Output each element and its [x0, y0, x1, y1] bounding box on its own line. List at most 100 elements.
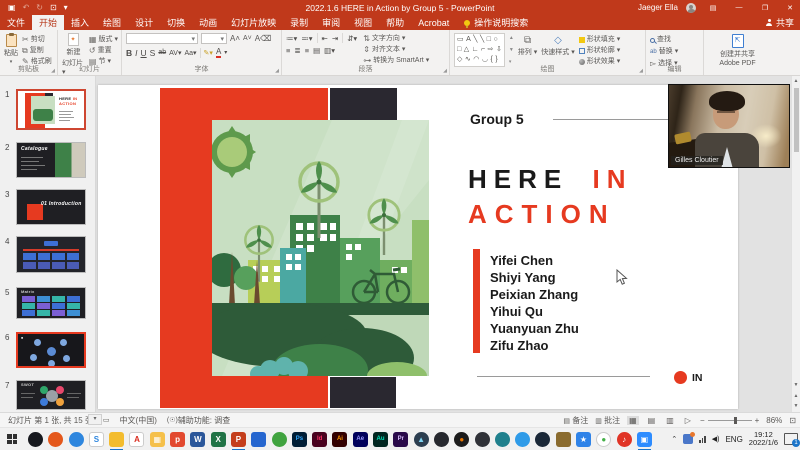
shape-fill-button[interactable]: 形状填充 ▾ — [579, 35, 621, 45]
ribbon-tab-5[interactable]: 切换 — [160, 15, 192, 30]
taskbar-app-illustrator[interactable]: Ai — [332, 432, 347, 447]
taskbar-app-clock-app[interactable] — [495, 432, 510, 447]
ribbon-tab-3[interactable]: 绘图 — [96, 15, 128, 30]
numbering-button[interactable]: ≕▾ — [301, 34, 312, 43]
ribbon-tab-1[interactable]: 开始 — [32, 15, 64, 30]
character-spacing-button[interactable]: AV▾ — [169, 49, 181, 57]
font-dialog-launcher-icon[interactable]: ◢ — [275, 68, 279, 74]
taskbar-app-alienware-cc[interactable] — [48, 432, 63, 447]
taskbar-app-word[interactable]: W — [190, 432, 205, 447]
ribbon-tab-4[interactable]: 设计 — [128, 15, 160, 30]
taskbar-app-arc-app[interactable]: ▲ — [414, 432, 429, 447]
clear-formatting-icon[interactable]: A⌫ — [255, 34, 272, 44]
network-icon[interactable] — [699, 436, 706, 443]
text-direction-button[interactable]: ⇅文字方向 ▾ — [363, 34, 429, 44]
restore-button[interactable]: ❐ — [756, 0, 774, 15]
replace-button[interactable]: ab替换 ▾ — [650, 47, 700, 57]
line-spacing-button[interactable]: ⇵▾ — [347, 34, 357, 43]
shape-glyph-1-5[interactable]: ⇩ — [496, 45, 502, 54]
taskbar-app-docs-blue[interactable] — [251, 432, 266, 447]
slide-sorter-view-button[interactable]: ▤ — [646, 416, 658, 425]
zoom-out-icon[interactable]: − — [700, 416, 705, 425]
change-case-button[interactable]: Aa▾ — [184, 49, 196, 57]
bullets-button[interactable]: ≔▾ — [286, 34, 297, 43]
share-button[interactable]: 共享 — [766, 15, 794, 30]
ribbon-tab-6[interactable]: 动画 — [192, 15, 224, 30]
reset-button[interactable]: ↺重置 — [89, 46, 118, 56]
account-avatar[interactable] — [686, 3, 696, 13]
justify-button[interactable]: ▤ — [313, 46, 320, 55]
bold-button[interactable]: B — [126, 48, 132, 58]
shape-glyph-2-4[interactable]: { — [490, 55, 492, 64]
scrollbar-thumb[interactable] — [794, 88, 799, 152]
next-slide-icon[interactable]: ▼ — [792, 403, 800, 409]
shape-outline-button[interactable]: 形状轮廓 ▾ — [579, 46, 621, 56]
highlight-color-button[interactable]: ✎▾ — [204, 49, 213, 57]
vertical-scrollbar[interactable]: ▲ ▼ ▲ ▼ — [791, 76, 800, 412]
input-language[interactable]: ENG — [725, 435, 742, 444]
taskbar-app-excel[interactable]: X — [211, 432, 226, 447]
taskbar-app-file-explorer[interactable] — [109, 432, 124, 447]
shape-glyph-0-1[interactable]: A — [466, 35, 471, 44]
ribbon-display-options-icon[interactable]: ▤ — [704, 0, 722, 15]
volume-icon[interactable]: ◀) — [712, 435, 720, 443]
reading-view-button[interactable]: ▥ — [664, 416, 676, 425]
arrange-button[interactable]: ⧉ 排列 ▾ — [518, 33, 537, 67]
paragraph-dialog-launcher-icon[interactable]: ◢ — [443, 68, 447, 74]
columns-button[interactable]: ▥▾ — [324, 46, 335, 55]
footer-divider-line[interactable] — [477, 376, 650, 377]
thumbnail-pane-collapse-button[interactable]: ▾ — [88, 414, 102, 425]
shapes-gallery[interactable]: ▭A╲╲□○□△∟⌐⇨⇩◇∿◠◡{} — [454, 33, 505, 67]
taskbar-app-reader-app[interactable]: ● — [596, 432, 611, 447]
shape-glyph-0-0[interactable]: ▭ — [457, 35, 464, 44]
taskbar-app-star-app[interactable]: ★ — [576, 432, 591, 447]
cut-button[interactable]: ✂剪切 — [22, 35, 52, 45]
shape-glyph-2-1[interactable]: ∿ — [465, 55, 471, 64]
taskbar-app-book-app[interactable] — [556, 432, 571, 447]
decrease-indent-button[interactable]: ⇤ — [322, 34, 328, 43]
shape-glyph-2-2[interactable]: ◠ — [473, 55, 479, 64]
taskbar-app-photoshop[interactable]: Ps — [292, 432, 307, 447]
align-text-button[interactable]: ⇕对齐文本 ▾ — [363, 45, 429, 55]
close-button[interactable]: ✕ — [782, 0, 800, 15]
zoom-slider-thumb[interactable] — [734, 417, 737, 424]
redo-icon[interactable]: ↻ — [36, 3, 43, 12]
scroll-down-icon[interactable]: ▼ — [792, 382, 800, 388]
ribbon-tab-10[interactable]: 视图 — [347, 15, 379, 30]
clock[interactable]: 19:12 2022/1/6 — [749, 431, 778, 447]
shape-glyph-2-0[interactable]: ◇ — [457, 55, 462, 64]
taskbar-app-game-app[interactable] — [434, 432, 449, 447]
account-name[interactable]: Jaeger Ella — [638, 3, 678, 12]
shape-glyph-1-4[interactable]: ⇨ — [488, 45, 494, 54]
ribbon-tab-11[interactable]: 帮助 — [379, 15, 411, 30]
shape-glyph-1-2[interactable]: ∟ — [472, 45, 479, 54]
ribbon-tab-0[interactable]: 文件 — [0, 15, 32, 30]
shape-glyph-0-5[interactable]: ○ — [493, 35, 497, 44]
ribbon-tab-9[interactable]: 审阅 — [315, 15, 347, 30]
zoom-slider[interactable]: − + — [700, 416, 759, 425]
shape-glyph-0-3[interactable]: ╲ — [480, 35, 484, 44]
customize-qat-icon[interactable]: ▾ — [64, 3, 68, 12]
shape-glyph-1-3[interactable]: ⌐ — [481, 45, 485, 54]
scroll-up-icon[interactable]: ▲ — [792, 76, 800, 84]
taskbar-app-powerpoint[interactable]: P — [231, 432, 246, 447]
ribbon-tab-12[interactable]: Acrobat — [411, 15, 456, 30]
slide-black-rectangle-top[interactable] — [330, 88, 397, 123]
tell-me-search[interactable]: 操作说明搜索 — [456, 15, 536, 30]
zoom-in-icon[interactable]: + — [755, 416, 760, 425]
slide-title-line1[interactable]: HERE IN — [468, 164, 632, 195]
webcam-overlay[interactable]: Gilles Cloutier — [668, 84, 790, 168]
notes-button[interactable]: ▤ 备注 — [563, 415, 588, 426]
quick-styles-button[interactable]: ◇ 快速样式 ▾ — [541, 33, 574, 67]
start-button[interactable] — [0, 428, 24, 450]
accessibility-status[interactable]: 辅助功能: 调查 — [178, 415, 230, 426]
tray-app-icon[interactable] — [683, 434, 693, 444]
font-color-arrow-icon[interactable]: ▾ — [224, 49, 227, 56]
taskbar-app-chat-app[interactable] — [515, 432, 530, 447]
names-accent-bar[interactable] — [473, 249, 480, 353]
taskbar-app-browser-blue[interactable] — [69, 432, 84, 447]
tray-expand-chevron-icon[interactable]: ⌃ — [671, 435, 677, 443]
increase-font-size-icon[interactable]: A˄ — [230, 34, 240, 44]
taskbar-app-chart-app[interactable]: ▦ — [150, 432, 165, 447]
shape-glyph-2-3[interactable]: ◡ — [482, 55, 488, 64]
